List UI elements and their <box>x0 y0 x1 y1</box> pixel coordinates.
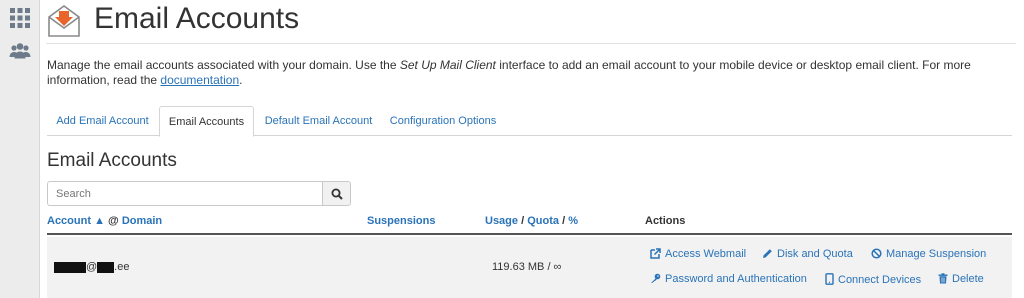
table-row: aleksei@ank.ee 119.63 MB / ∞ Access Webm… <box>47 237 1012 298</box>
percent-sort-link[interactable]: % <box>568 215 578 227</box>
left-sidebar <box>0 0 40 298</box>
search-button[interactable] <box>322 181 351 206</box>
usage-separator-2: / <box>562 215 566 227</box>
suspensions-header: Suspensions <box>367 215 435 227</box>
actions-header: Actions <box>645 215 686 227</box>
intro-end: . <box>239 73 243 87</box>
page-title: Email Accounts <box>94 2 300 35</box>
users-icon[interactable] <box>9 40 31 62</box>
account-sort-link[interactable]: Account <box>47 215 91 227</box>
redacted-domain: ank <box>97 262 115 273</box>
account-address: aleksei@ank.ee <box>54 261 129 273</box>
trash-icon <box>938 273 948 284</box>
external-link-icon <box>650 248 661 259</box>
email-envelope-icon <box>48 5 80 37</box>
grid-apps-icon[interactable] <box>9 7 31 29</box>
connect-devices-label: Connect Devices <box>838 274 922 286</box>
search-icon <box>331 188 343 200</box>
table-header: Account ▲ @ Domain Suspensions Usage / Q… <box>47 213 1012 235</box>
pencil-icon <box>763 249 772 258</box>
password-authentication-label: Password and Authentication <box>665 273 807 285</box>
sort-ascending-icon[interactable]: ▲ <box>94 215 105 227</box>
at-symbol: @ <box>108 215 119 227</box>
tab-add-email-account[interactable]: Add Email Account <box>47 106 158 136</box>
usage-separator-1: / <box>521 215 525 227</box>
domain-suffix: .ee <box>114 261 130 273</box>
quota-sort-link[interactable]: Quota <box>527 215 559 227</box>
search-bar <box>47 181 351 206</box>
account-at: @ <box>86 261 98 273</box>
domain-sort-link[interactable]: Domain <box>122 215 162 227</box>
access-webmail-link[interactable]: Access Webmail <box>650 248 746 260</box>
usage-value: 119.63 MB / ∞ <box>492 261 562 273</box>
delete-label: Delete <box>952 273 984 285</box>
access-webmail-label: Access Webmail <box>665 248 747 260</box>
redacted-username: aleksei <box>54 262 86 273</box>
intro-text-before: Manage the email accounts associated wit… <box>47 58 400 72</box>
key-icon <box>651 273 661 283</box>
tab-configuration-options[interactable]: Configuration Options <box>383 106 503 136</box>
disk-quota-label: Disk and Quota <box>777 248 853 260</box>
main-content: Email Accounts Manage the email accounts… <box>40 0 1024 298</box>
usage-header: Usage / Quota / % <box>485 215 578 227</box>
usage-sort-link[interactable]: Usage <box>485 215 518 227</box>
ban-icon <box>871 248 882 259</box>
section-title: Email Accounts <box>47 150 177 171</box>
connect-devices-link[interactable]: Connect Devices <box>825 273 921 286</box>
intro-emphasis: Set Up Mail Client <box>399 58 496 72</box>
intro-text: Manage the email accounts associated wit… <box>47 58 1007 88</box>
manage-suspension-label: Manage Suspension <box>886 248 987 260</box>
tab-default-email-account[interactable]: Default Email Account <box>255 106 382 136</box>
account-domain-header: Account ▲ @ Domain <box>47 215 162 227</box>
search-input[interactable] <box>47 181 323 206</box>
documentation-link[interactable]: documentation <box>160 73 239 87</box>
tab-bar: Add Email Account Email Accounts Default… <box>47 106 1012 137</box>
disk-quota-link[interactable]: Disk and Quota <box>762 248 853 260</box>
tab-email-accounts[interactable]: Email Accounts <box>159 106 254 137</box>
suspensions-sort-link[interactable]: Suspensions <box>367 215 435 227</box>
password-authentication-link[interactable]: Password and Authentication <box>650 273 807 285</box>
mobile-phone-icon <box>825 273 834 285</box>
delete-link[interactable]: Delete <box>938 273 984 285</box>
page-header: Email Accounts <box>46 0 1016 44</box>
manage-suspension-link[interactable]: Manage Suspension <box>871 248 986 260</box>
